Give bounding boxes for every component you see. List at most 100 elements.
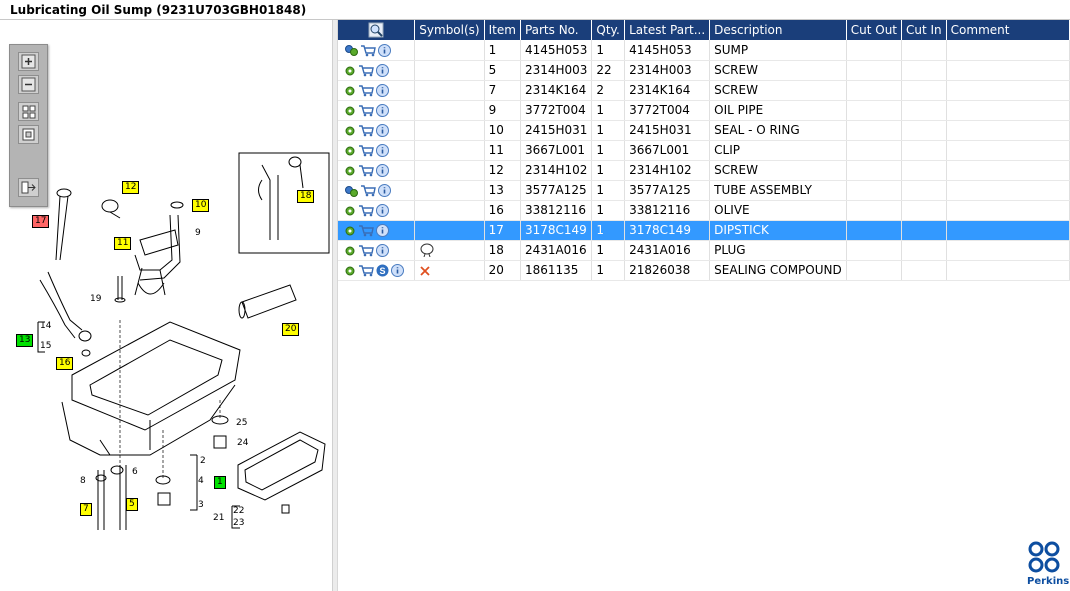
cart-icon[interactable] [358,243,376,257]
callout-12[interactable]: 12 [122,181,140,194]
callout-23[interactable]: 23 [233,518,244,529]
row-tools-cell[interactable] [338,160,416,181]
fit-all-button[interactable] [18,102,39,121]
gear-icon[interactable] [344,263,358,277]
column-header-latest-part[interactable]: Latest Part... [624,20,711,40]
table-row[interactable]: 5 2314H003 22 2314H003 SCREW [338,60,1070,81]
row-tools-cell[interactable] [338,80,416,101]
column-header-cut-out[interactable]: Cut Out [846,20,903,40]
table-row[interactable]: 12 2314H102 1 2314H102 SCREW [338,160,1070,181]
assembly-gear-icon[interactable] [344,43,360,57]
gear-icon[interactable] [344,203,358,217]
callout-11[interactable]: 11 [114,237,132,250]
gear-icon[interactable] [344,83,358,97]
gear-icon[interactable] [344,143,358,157]
info-icon[interactable] [376,203,391,217]
callout-15[interactable]: 15 [40,341,51,352]
column-header-qty[interactable]: Qty. [591,20,626,40]
gear-icon[interactable] [344,103,358,117]
info-icon[interactable] [376,143,391,157]
info-icon[interactable] [376,123,391,137]
column-header-symbols[interactable]: Symbol(s) [414,20,485,40]
cart-icon[interactable] [358,63,376,77]
zoom-in-button[interactable] [18,52,39,71]
info-icon[interactable] [391,263,406,277]
row-tools-cell[interactable] [338,220,416,241]
callout-3[interactable]: 3 [198,500,204,511]
assembly-gear-icon[interactable] [344,183,360,197]
table-row[interactable]: 17 3178C149 1 3178C149 DIPSTICK [338,220,1070,241]
cart-icon[interactable] [358,143,376,157]
table-row[interactable]: 10 2415H031 1 2415H031 SEAL - O RING [338,120,1070,141]
callout-2[interactable]: 2 [200,456,206,467]
cart-icon[interactable] [358,103,376,117]
callout-6[interactable]: 6 [132,467,138,478]
table-row[interactable]: 1 4145H053 1 4145H053 SUMP [338,40,1070,61]
row-tools-cell[interactable] [338,60,416,81]
info-icon[interactable] [376,223,391,237]
cart-icon[interactable] [358,163,376,177]
gear-icon[interactable] [344,63,358,77]
callout-20[interactable]: 20 [282,323,300,336]
gear-icon[interactable] [344,243,358,257]
cart-icon[interactable] [360,183,378,197]
row-tools-cell[interactable] [338,180,416,201]
callout-22[interactable]: 22 [233,506,244,517]
column-header-tools[interactable] [338,20,416,40]
info-icon[interactable] [376,103,391,117]
info-icon[interactable] [378,183,393,197]
info-icon[interactable] [376,63,391,77]
table-row[interactable]: 11 3667L001 1 3667L001 CLIP [338,140,1070,161]
row-tools-cell[interactable] [338,140,416,161]
callout-25[interactable]: 25 [236,418,247,429]
table-row[interactable]: 18 2431A016 1 2431A016 PLUG [338,240,1070,261]
callout-8[interactable]: 8 [80,476,86,487]
column-header-cut-in[interactable]: Cut In [901,20,947,40]
callout-21[interactable]: 21 [213,513,224,524]
row-tools-cell[interactable] [338,240,416,261]
callout-13[interactable]: 13 [16,334,34,347]
callout-10[interactable]: 10 [192,199,210,212]
row-tools-cell[interactable] [338,120,416,141]
callout-16[interactable]: 16 [56,357,74,370]
callout-9[interactable]: 9 [195,228,201,239]
column-header-item[interactable]: Item [484,20,521,40]
table-row[interactable]: 9 3772T004 1 3772T004 OIL PIPE [338,100,1070,121]
callout-4[interactable]: 4 [198,476,204,487]
cart-icon[interactable] [358,123,376,137]
row-tools-cell[interactable]: S [338,260,416,281]
gear-icon[interactable] [344,163,358,177]
info-icon[interactable] [376,243,391,257]
table-row[interactable]: 7 2314K164 2 2314K164 SCREW [338,80,1070,101]
info-icon[interactable] [376,83,391,97]
callout-1[interactable]: 1 [214,476,226,489]
table-row[interactable]: S 20 1861135 1 21826038 SEALING COMPOUND [338,260,1070,281]
diagram-panel[interactable]: 12 10 17 11 9 18 19 20 14 13 15 16 25 24… [0,20,333,591]
gear-icon[interactable] [344,123,358,137]
table-row[interactable]: 16 33812116 1 33812116 OLIVE [338,200,1070,221]
callout-24[interactable]: 24 [237,438,248,449]
info-icon[interactable] [378,43,393,57]
table-row[interactable]: 13 3577A125 1 3577A125 TUBE ASSEMBLY [338,180,1070,201]
column-header-description[interactable]: Description [709,20,847,40]
column-header-comment[interactable]: Comment [946,20,1070,40]
callout-19[interactable]: 19 [90,294,101,305]
row-tools-cell[interactable] [338,200,416,221]
info-icon[interactable] [376,163,391,177]
export-button[interactable] [18,178,39,197]
cart-icon[interactable] [358,203,376,217]
cart-icon[interactable] [360,43,378,57]
service-icon[interactable]: S [376,263,391,277]
search-parts-icon[interactable] [368,22,384,38]
row-tools-cell[interactable] [338,40,416,61]
callout-5[interactable]: 5 [126,498,138,511]
zoom-out-button[interactable] [18,75,39,94]
fit-window-button[interactable] [18,125,39,144]
cart-icon[interactable] [358,223,376,237]
row-tools-cell[interactable] [338,100,416,121]
exploded-diagram[interactable] [0,20,333,591]
callout-14[interactable]: 14 [40,321,51,332]
gear-icon[interactable] [344,223,358,237]
callout-17[interactable]: 17 [32,215,50,228]
callout-18[interactable]: 18 [297,190,315,203]
